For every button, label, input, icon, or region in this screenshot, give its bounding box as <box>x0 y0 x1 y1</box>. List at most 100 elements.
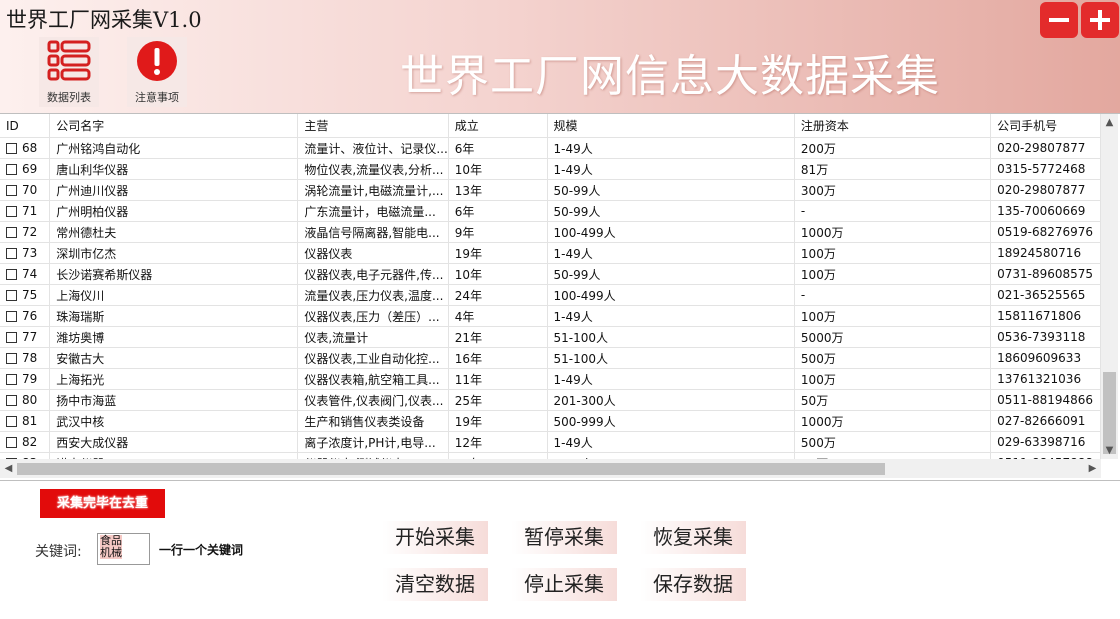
row-id: 76 <box>22 309 38 323</box>
row-id-cell: 76 <box>0 305 51 327</box>
scroll-up-icon[interactable]: ▲ <box>1101 114 1118 131</box>
table-cell: 液晶信号隔离器,智能电... <box>297 221 449 243</box>
table-cell: 深圳市亿杰 <box>49 242 299 264</box>
scroll-right-icon[interactable]: ▶ <box>1084 459 1101 478</box>
row-id-cell: 75 <box>0 284 51 306</box>
table-cell: 5000万 <box>794 326 992 348</box>
table-row[interactable]: 79 上海拓光 仪器仪表箱,航空箱工具... 11年 1-49人 100万 13761321… <box>0 368 1101 390</box>
table-row[interactable]: 72 常州德杜夫 液晶信号隔离器,智能电... 9年 100-499人 1000万 0519… <box>0 221 1101 243</box>
column-header[interactable]: 注册资本 <box>794 114 992 138</box>
data-list-button[interactable]: 数据列表 <box>39 37 99 107</box>
column-header[interactable]: ID <box>0 114 51 138</box>
vertical-scrollbar[interactable]: ▲ ▼ <box>1101 114 1118 459</box>
table-cell: 18609609633 <box>990 347 1101 369</box>
row-checkbox[interactable] <box>6 227 17 238</box>
row-id-cell: 82 <box>0 431 51 453</box>
horizontal-scrollbar[interactable]: ◀ ▶ <box>0 459 1101 478</box>
table-cell: 029-63398716 <box>990 431 1101 453</box>
resume-collect-button[interactable]: 恢复采集 <box>640 521 746 554</box>
table-cell: 19年 <box>448 410 548 432</box>
plus-icon <box>1090 10 1110 30</box>
dedupe-button[interactable]: 采集完毕在去重 <box>40 489 165 518</box>
table-row[interactable]: 80 扬中市海蓝 仪表管件,仪表阀门,仪表... 25年 201-300人 50万 0511… <box>0 389 1101 411</box>
table-row[interactable]: 76 珠海瑞斯 仪器仪表,压力（差压）... 4年 1-49人 100万 158116718… <box>0 305 1101 327</box>
row-id: 78 <box>22 351 38 365</box>
table-cell: 扬中市海蓝 <box>49 389 299 411</box>
table-row[interactable]: 73 深圳市亿杰 仪器仪表 19年 1-49人 100万 18924580716 <box>0 242 1101 264</box>
row-checkbox[interactable] <box>6 185 17 196</box>
column-header[interactable]: 公司手机号 <box>990 114 1101 138</box>
table-cell: 9年 <box>448 221 548 243</box>
row-checkbox[interactable] <box>6 311 17 322</box>
table-cell: 仪表管件,仪表阀门,仪表... <box>297 389 449 411</box>
table-cell: 300万 <box>794 179 992 201</box>
table-cell: 100-499人 <box>547 284 795 306</box>
row-checkbox[interactable] <box>6 248 17 259</box>
table-cell: 西安大成仪器 <box>49 431 299 453</box>
scroll-left-icon[interactable]: ◀ <box>0 459 17 478</box>
stop-collect-button[interactable]: 停止采集 <box>511 568 617 601</box>
table-cell: 51-100人 <box>547 326 795 348</box>
keyword-hint: 一行一个关键词 <box>159 543 244 557</box>
table-cell: 仪器仪表箱,航空箱工具... <box>297 368 449 390</box>
table-row[interactable]: 69 唐山利华仪器 物位仪表,流量仪表,分析... 10年 1-49人 81万 0315-5… <box>0 158 1101 180</box>
save-data-button[interactable]: 保存数据 <box>640 568 746 601</box>
row-checkbox[interactable] <box>6 164 17 175</box>
table-row[interactable]: 78 安徽古大 仪器仪表,工业自动化控... 16年 51-100人 500万 186096… <box>0 347 1101 369</box>
clear-data-button[interactable]: 清空数据 <box>382 568 488 601</box>
table-cell: 1-49人 <box>547 158 795 180</box>
row-checkbox[interactable] <box>6 416 17 427</box>
table-cell: 18924580716 <box>990 242 1101 264</box>
scroll-down-icon[interactable]: ▼ <box>1101 442 1118 459</box>
table-cell: 21年 <box>448 326 548 348</box>
close-button[interactable] <box>1081 2 1119 38</box>
row-checkbox[interactable] <box>6 437 17 448</box>
row-checkbox[interactable] <box>6 353 17 364</box>
row-checkbox[interactable] <box>6 269 17 280</box>
row-id-cell: 71 <box>0 200 51 222</box>
table-row[interactable]: 70 广州迪川仪器 涡轮流量计,电磁流量计,... 13年 50-99人 300万 020-… <box>0 179 1101 201</box>
row-checkbox[interactable] <box>6 395 17 406</box>
table-row[interactable]: 82 西安大成仪器 离子浓度计,PH计,电导... 12年 1-49人 500万 029-6… <box>0 431 1101 453</box>
notes-button[interactable]: 注意事项 <box>127 37 187 107</box>
row-checkbox[interactable] <box>6 332 17 343</box>
table-cell: 0731-89608575 <box>990 263 1101 285</box>
keyword-input[interactable]: 食品 机械 <box>97 533 150 565</box>
column-header[interactable]: 成立 <box>448 114 548 138</box>
row-checkbox[interactable] <box>6 143 17 154</box>
column-header[interactable]: 公司名字 <box>49 114 299 138</box>
table-cell: 仪器仪表,压力（差压）... <box>297 305 449 327</box>
table-row[interactable]: 77 潍坊奥博 仪表,流量计 21年 51-100人 5000万 0536-7393118 <box>0 326 1101 348</box>
pause-collect-button[interactable]: 暂停采集 <box>511 521 617 554</box>
table-cell: - <box>794 284 992 306</box>
row-checkbox[interactable] <box>6 290 17 301</box>
row-id: 68 <box>22 141 38 155</box>
row-id-cell: 80 <box>0 389 51 411</box>
row-id-cell: 81 <box>0 410 51 432</box>
table-row[interactable]: 81 武汉中核 生产和销售仪表类设备 19年 500-999人 1000万 027-8266… <box>0 410 1101 432</box>
table-row[interactable]: 71 广州明柏仪器 广东流量计，电磁流量... 6年 50-99人 -135-700606… <box>0 200 1101 222</box>
row-id: 75 <box>22 288 38 302</box>
start-collect-button[interactable]: 开始采集 <box>382 521 488 554</box>
table-row[interactable]: 74 长沙诺赛希斯仪器 仪器仪表,电子元器件,传... 10年 50-99人 100万 07… <box>0 263 1101 285</box>
table-cell: 24年 <box>448 284 548 306</box>
table-cell: 10年 <box>448 263 548 285</box>
table-cell: 潍坊奥博 <box>49 326 299 348</box>
horizontal-scroll-thumb[interactable] <box>17 463 885 475</box>
title-bar: 世界工厂网采集V1.0 数据列表 注意事项 世界工厂网信息大数据采集 <box>0 0 1120 113</box>
row-checkbox[interactable] <box>6 374 17 385</box>
table-row[interactable]: 68 广州铭鸿自动化 流量计、液位计、记录仪... 6年 1-49人 200万 020-29… <box>0 137 1101 159</box>
table-cell: 离子浓度计,PH计,电导... <box>297 431 449 453</box>
column-header[interactable]: 主营 <box>297 114 449 138</box>
table-row[interactable]: 75 上海仪川 流量仪表,压力仪表,温度... 24年 100-499人 -021-365… <box>0 284 1101 306</box>
table-cell: 仪器仪表 <box>297 242 449 264</box>
warning-icon <box>137 41 177 81</box>
table-cell: 500万 <box>794 431 992 453</box>
row-checkbox[interactable] <box>6 206 17 217</box>
row-id-cell: 73 <box>0 242 51 264</box>
column-header[interactable]: 规模 <box>547 114 795 138</box>
table-cell: 020-29807877 <box>990 137 1101 159</box>
table-cell: 135-70060669 <box>990 200 1101 222</box>
row-id-cell: 68 <box>0 137 51 159</box>
minimize-button[interactable] <box>1040 2 1078 38</box>
